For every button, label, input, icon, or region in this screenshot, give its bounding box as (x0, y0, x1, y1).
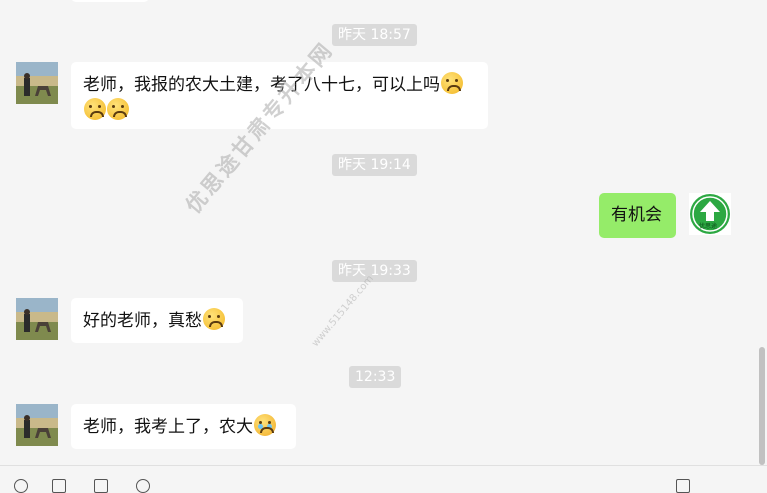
message-text: 有机会 (611, 205, 662, 225)
outgoing-message-bubble: 有机会 (599, 193, 676, 238)
my-avatar[interactable]: 优思途 (689, 193, 731, 235)
grimace-emoji-icon (203, 308, 225, 330)
message-text: 老师，我报的农大土建，考了八十七，可以上吗 (83, 75, 440, 95)
incoming-message-bubble: 老师，我考上了，农大 (71, 404, 296, 449)
contact-avatar[interactable] (16, 404, 58, 446)
call-icon[interactable] (676, 479, 690, 493)
timestamp: 12:33 (349, 366, 402, 388)
message-text: 好的老师，真愁 (83, 311, 202, 331)
timestamp: 昨天 19:14 (332, 154, 417, 176)
crying-emoji-icon (254, 414, 276, 436)
chat-history[interactable]: 昨天 18:57 老师，我报的农大土建，考了八十七，可以上吗 昨天 19:14 … (0, 0, 757, 465)
emoji-icon[interactable] (14, 479, 28, 493)
message-text: 老师，我考上了，农大 (83, 417, 253, 437)
grimace-emoji-icon (84, 98, 106, 120)
scrollbar[interactable] (757, 0, 767, 465)
scrollbar-thumb[interactable] (759, 347, 765, 465)
incoming-message-bubble: 老师，我报的农大土建，考了八十七，可以上吗 (71, 62, 488, 129)
timestamp: 昨天 18:57 (332, 24, 417, 46)
watermark-url: www.515148.com (310, 273, 376, 350)
grimace-emoji-icon (107, 98, 129, 120)
contact-avatar[interactable] (16, 62, 58, 104)
folder-icon[interactable] (52, 479, 66, 493)
screenshot-icon[interactable] (94, 479, 108, 493)
grimace-emoji-icon (441, 72, 463, 94)
contact-avatar[interactable] (16, 298, 58, 340)
chat-history-icon[interactable] (136, 479, 150, 493)
input-toolbar (0, 465, 767, 493)
previous-message-bubble (71, 0, 149, 2)
incoming-message-bubble: 好的老师，真愁 (71, 298, 243, 343)
avatar-label: 优思途 (699, 223, 718, 230)
